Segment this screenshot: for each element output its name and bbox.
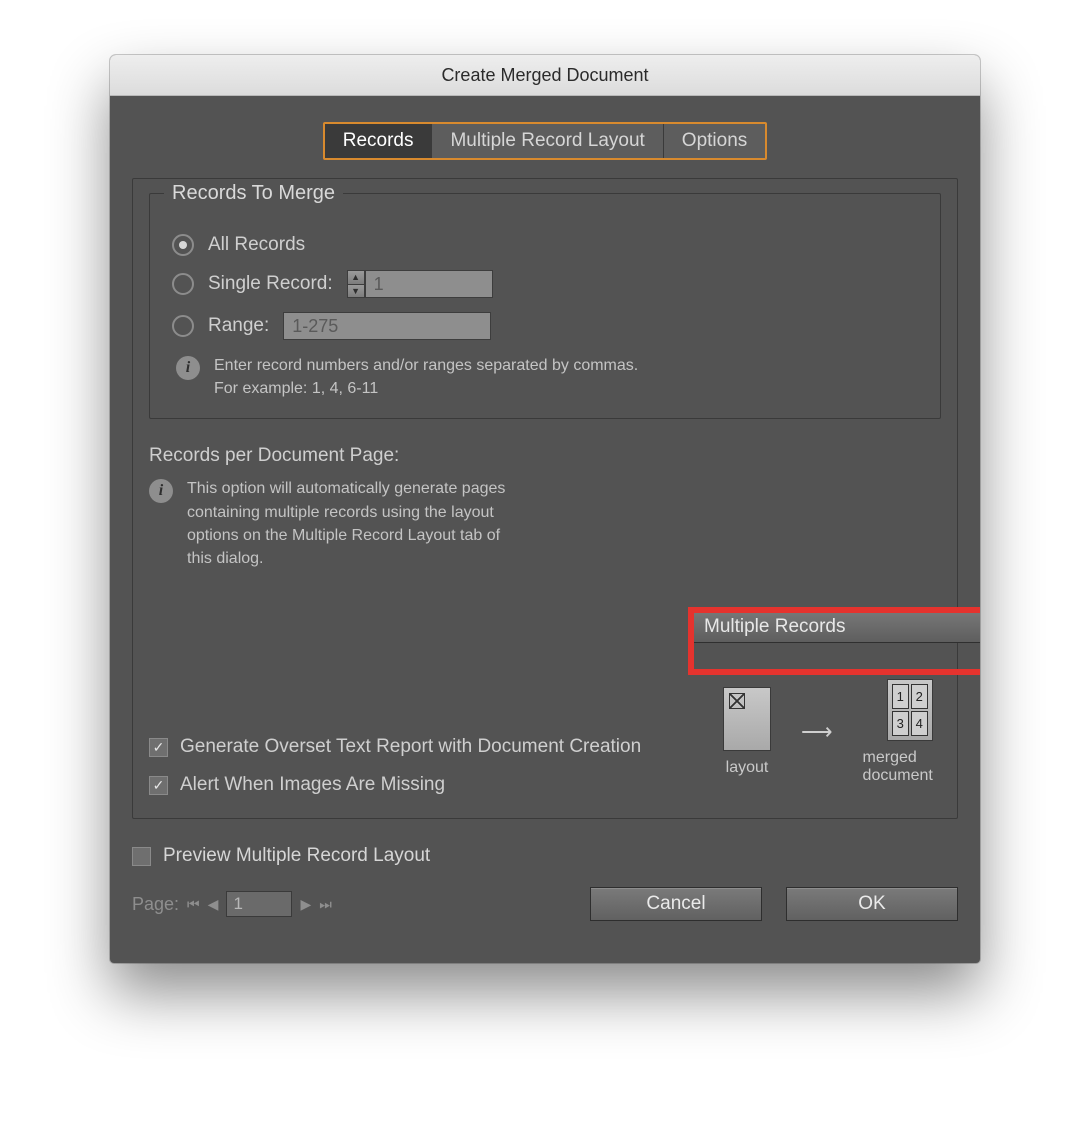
merged-cell: 4 xyxy=(911,711,928,736)
tab-multiple-record-layout[interactable]: Multiple Record Layout xyxy=(431,124,662,158)
first-page-icon[interactable]: ⏮ xyxy=(187,896,200,913)
radio-range-label: Range: xyxy=(208,315,269,337)
records-to-merge-legend: Records To Merge xyxy=(164,182,343,205)
single-record-input[interactable]: 1 xyxy=(365,270,493,298)
merged-cell: 3 xyxy=(892,711,909,736)
radio-range[interactable] xyxy=(172,315,194,337)
merged-cell: 1 xyxy=(892,684,909,709)
window-titlebar: Create Merged Document xyxy=(110,55,980,96)
tab-options[interactable]: Options xyxy=(663,124,765,158)
merged-thumb-icon: 1 2 3 4 xyxy=(887,679,933,741)
page-navigator: Page: ⏮ ◀ 1 ▶ ⏭ xyxy=(132,891,332,917)
info-icon: i xyxy=(149,479,173,503)
next-page-icon[interactable]: ▶ xyxy=(300,896,311,913)
merged-caption: merged document xyxy=(863,749,957,785)
ok-button-label: OK xyxy=(858,893,885,915)
layout-thumb-icon xyxy=(723,687,771,751)
window-title: Create Merged Document xyxy=(441,65,648,86)
tab-records-label: Records xyxy=(343,130,414,151)
single-record-stepper[interactable]: ▲ ▼ 1 xyxy=(347,270,493,298)
records-per-page-label: Records per Document Page: xyxy=(149,445,941,467)
merged-cell: 2 xyxy=(911,684,928,709)
checkbox-overset-label: Generate Overset Text Report with Docume… xyxy=(180,736,641,758)
records-to-merge-group: Records To Merge All Records Single Reco… xyxy=(149,193,941,419)
tab-options-label: Options xyxy=(682,130,747,151)
radio-single-record[interactable] xyxy=(172,273,194,295)
checkbox-missing-label: Alert When Images Are Missing xyxy=(180,774,445,796)
layout-preview: layout ⟶ 1 2 3 4 merged document xyxy=(723,679,957,785)
tab-records[interactable]: Records xyxy=(325,124,432,158)
cancel-button-label: Cancel xyxy=(646,893,705,915)
records-hint-text: Enter record numbers and/or ranges separ… xyxy=(214,354,654,400)
ok-button[interactable]: OK xyxy=(786,887,958,921)
info-icon: i xyxy=(176,356,200,380)
radio-all-records-label: All Records xyxy=(208,234,305,256)
records-panel: Records To Merge All Records Single Reco… xyxy=(132,178,958,819)
cancel-button[interactable]: Cancel xyxy=(590,887,762,921)
stepper-down-icon[interactable]: ▼ xyxy=(347,284,365,299)
records-per-page-hint: This option will automatically generate … xyxy=(187,477,527,570)
single-record-value: 1 xyxy=(374,274,384,295)
page-label: Page: xyxy=(132,894,179,915)
arrow-right-icon: ⟶ xyxy=(801,719,833,745)
page-number-input[interactable]: 1 xyxy=(226,891,292,917)
tab-multiple-layout-label: Multiple Record Layout xyxy=(450,130,644,151)
range-value: 1-275 xyxy=(292,316,338,337)
radio-all-records[interactable] xyxy=(172,234,194,256)
checkbox-overset-report[interactable] xyxy=(149,738,168,757)
range-input[interactable]: 1-275 xyxy=(283,312,491,340)
checkbox-alert-missing-images[interactable] xyxy=(149,776,168,795)
tab-strip: Records Multiple Record Layout Options xyxy=(323,122,768,160)
records-per-page-value: Multiple Records xyxy=(704,616,846,638)
radio-single-record-label: Single Record: xyxy=(208,273,333,295)
dialog-window: Create Merged Document Records Multiple … xyxy=(110,55,980,963)
stepper-up-icon[interactable]: ▲ xyxy=(347,270,365,284)
prev-page-icon[interactable]: ◀ xyxy=(208,896,219,913)
records-per-page-dropdown[interactable]: Multiple Records ▼ xyxy=(693,611,980,643)
checkbox-preview-layout[interactable] xyxy=(132,847,151,866)
checkbox-preview-label: Preview Multiple Record Layout xyxy=(163,845,430,867)
page-number-value: 1 xyxy=(233,894,242,914)
last-page-icon[interactable]: ⏭ xyxy=(319,896,332,913)
layout-caption: layout xyxy=(726,759,769,777)
